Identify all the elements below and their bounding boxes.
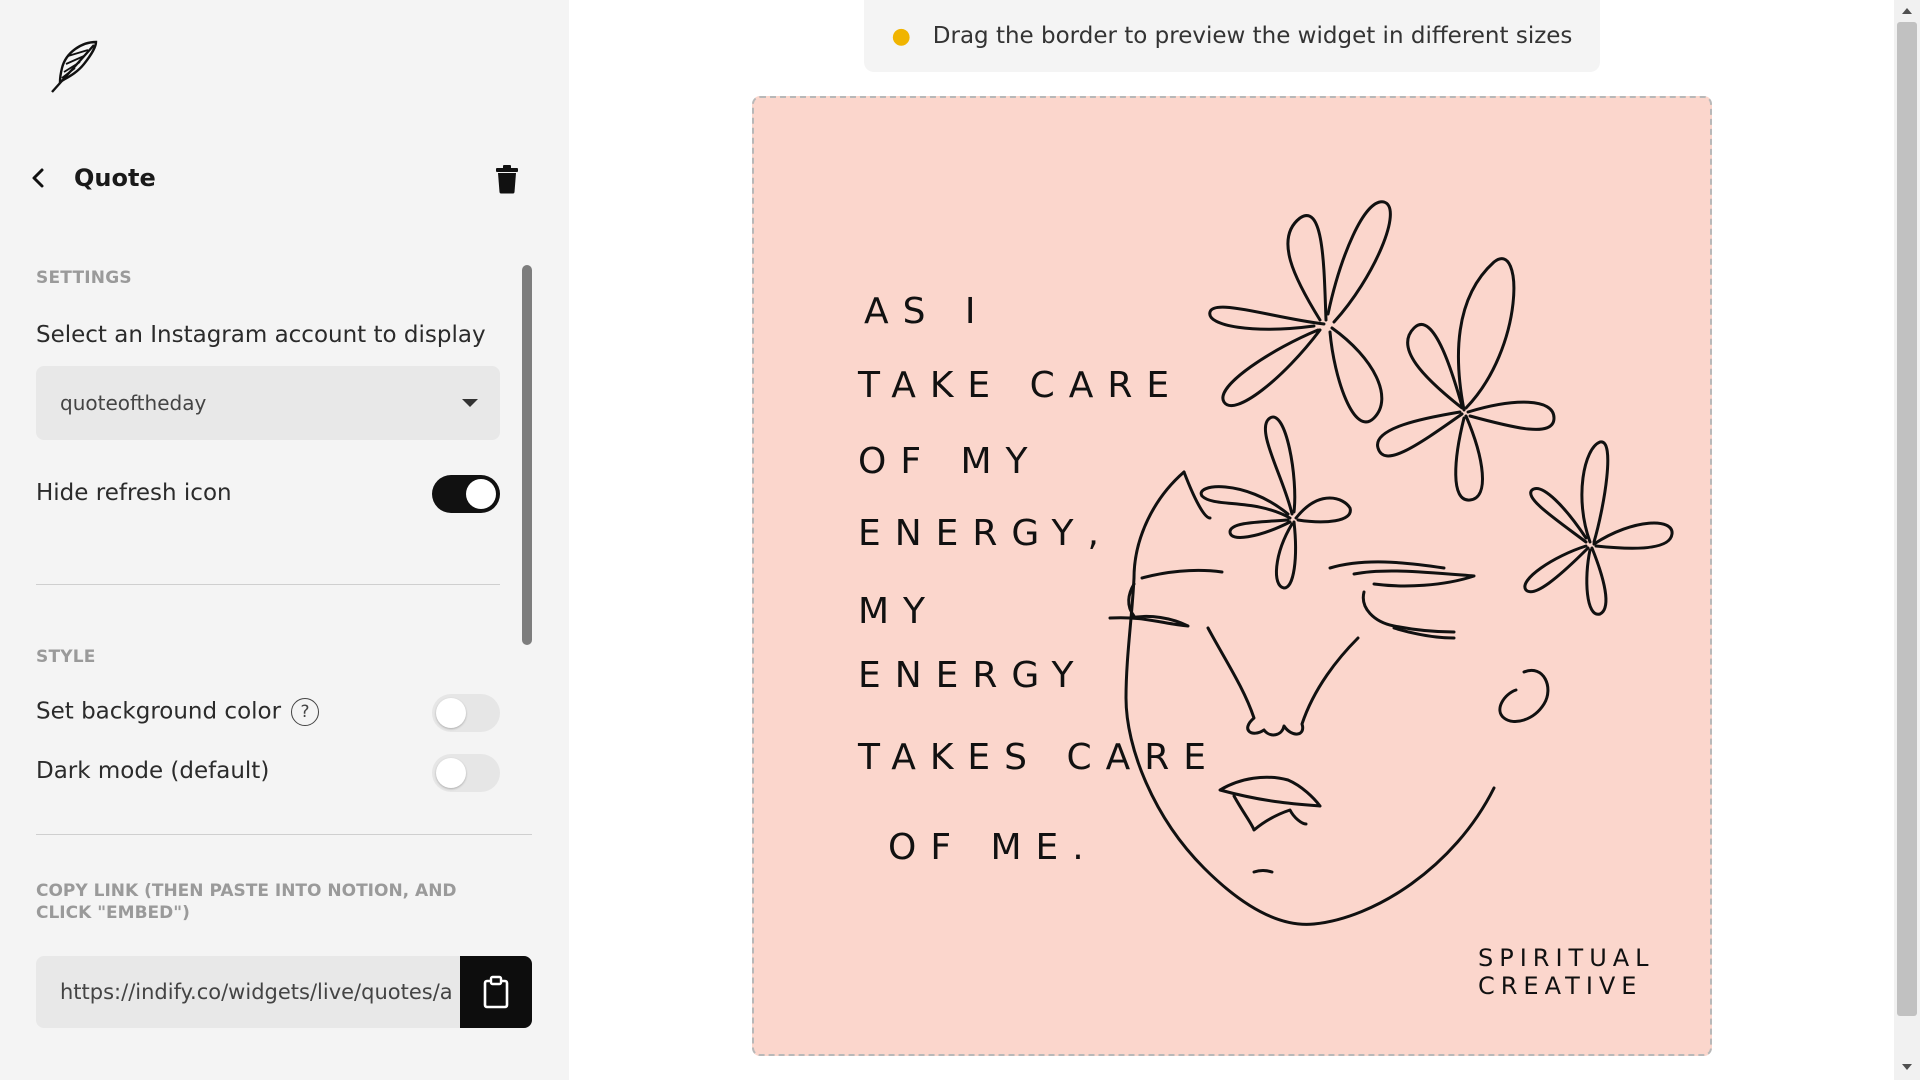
page-scrollbar[interactable]	[1894, 0, 1920, 1080]
chevron-down-icon	[462, 399, 478, 407]
sidebar-scrollbar[interactable]	[522, 265, 532, 645]
widget-preview[interactable]: AS I TAKE CARE OF MY ENERGY, MY ENERGY T…	[752, 96, 1712, 1056]
toggle-knob	[466, 479, 496, 509]
hide-refresh-toggle[interactable]	[432, 475, 500, 513]
lightbulb-icon: ●	[891, 23, 911, 49]
quote-line: OF ME.	[888, 827, 1098, 868]
brand-line: SPIRITUAL	[1478, 944, 1655, 972]
toggle-knob	[436, 698, 466, 728]
background-color-label-text: Set background color	[36, 698, 282, 725]
account-select[interactable]: quoteoftheday	[36, 366, 500, 440]
copy-link-label: COPY LINK (THEN PASTE INTO NOTION, AND C…	[36, 881, 457, 923]
embed-link-input[interactable]	[36, 956, 460, 1028]
quote-line: MY	[858, 591, 940, 632]
scroll-down-icon[interactable]	[1902, 1064, 1912, 1070]
question-circle-icon[interactable]: ?	[291, 698, 320, 726]
page-scrollbar-thumb[interactable]	[1897, 22, 1917, 1016]
toggle-knob	[436, 758, 466, 788]
chevron-left-icon	[32, 168, 44, 188]
settings-section-label: SETTINGS	[36, 268, 132, 288]
settings-divider	[36, 584, 500, 585]
quote-line: ENERGY	[858, 655, 1088, 696]
dark-mode-toggle[interactable]	[432, 754, 500, 792]
sidebar: Quote SETTINGS Select an Instagram accou…	[0, 0, 569, 1080]
copy-link-button[interactable]	[460, 956, 532, 1028]
quote-line: AS I	[864, 291, 990, 332]
trash-icon	[496, 165, 518, 194]
quote-line: TAKES CARE	[858, 737, 1220, 778]
account-select-label: Select an Instagram account to display	[36, 322, 486, 348]
brand-signature: SPIRITUAL CREATIVE	[1478, 944, 1655, 1000]
clipboard-icon	[483, 975, 509, 1009]
panel-title: Quote	[74, 164, 156, 192]
delete-button[interactable]	[494, 164, 520, 194]
hide-refresh-label: Hide refresh icon	[36, 480, 232, 506]
account-select-value: quoteoftheday	[60, 391, 207, 415]
feather-icon[interactable]	[44, 36, 104, 96]
quote-line: TAKE CARE	[858, 365, 1184, 406]
style-section-label: STYLE	[36, 647, 96, 667]
style-divider	[36, 834, 532, 835]
face-flowers-illustration	[1108, 200, 1674, 926]
brand-line: CREATIVE	[1478, 972, 1643, 1000]
resize-hint-text: Drag the border to preview the widget in…	[932, 23, 1573, 49]
quote-line: OF MY	[858, 441, 1042, 482]
quote-line: ENERGY,	[858, 513, 1113, 554]
background-color-label: Set background color?	[36, 698, 320, 726]
back-button[interactable]	[30, 162, 58, 194]
background-color-toggle[interactable]	[432, 694, 500, 732]
scroll-up-icon[interactable]	[1902, 8, 1912, 14]
dark-mode-label: Dark mode (default)	[36, 758, 270, 784]
resize-hint-banner: ● Drag the border to preview the widget …	[864, 0, 1600, 72]
